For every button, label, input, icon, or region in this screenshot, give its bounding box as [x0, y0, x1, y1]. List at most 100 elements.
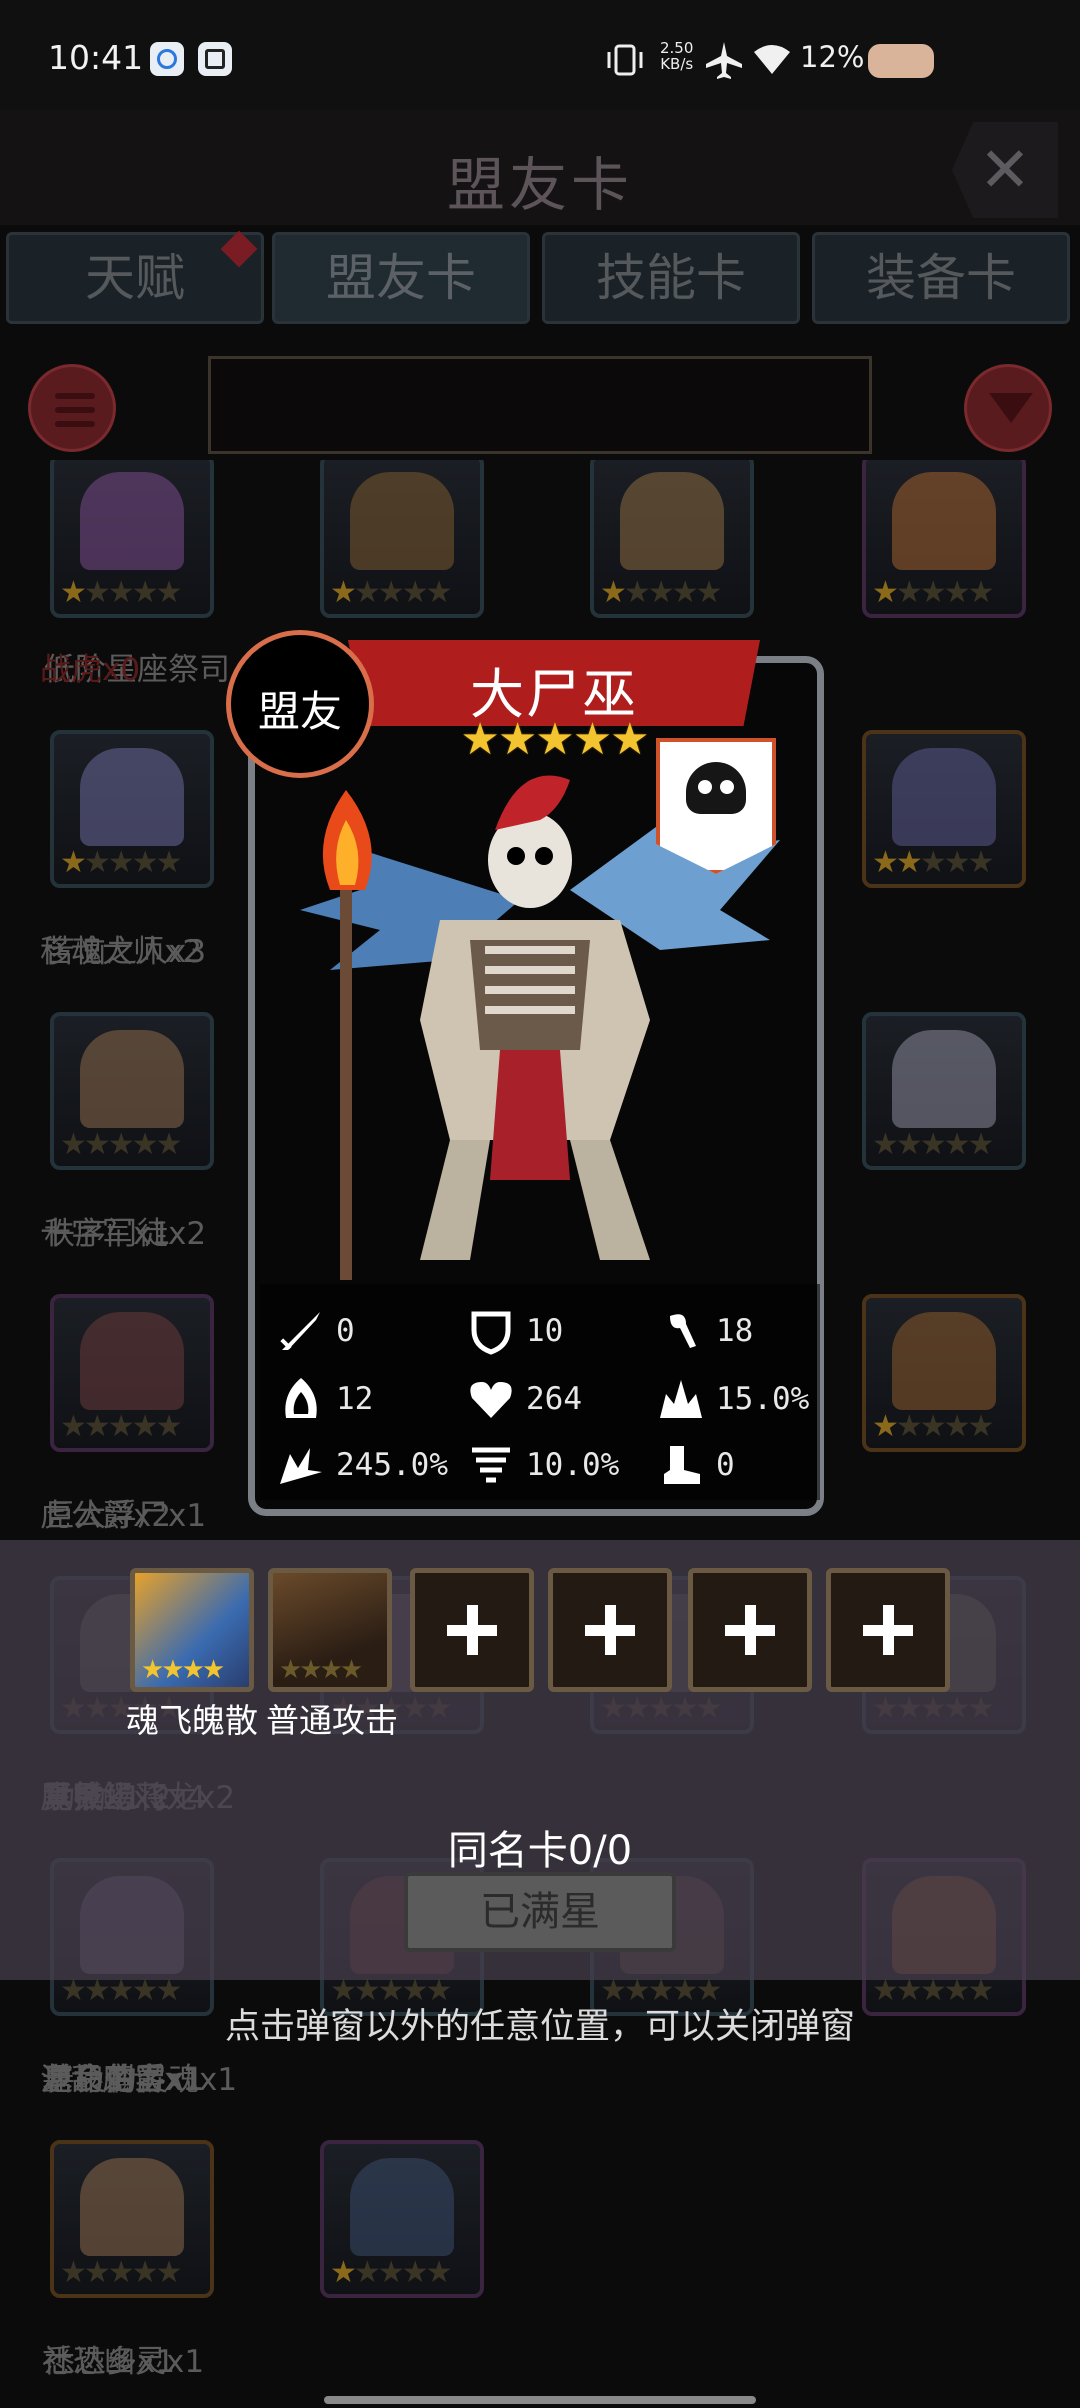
- ally-card-name: 移魂大师x2: [40, 934, 203, 970]
- stat-value: 12: [336, 1381, 374, 1417]
- net-speed: 2.50 KB/s: [660, 40, 693, 72]
- stat-item: 0: [656, 1440, 735, 1490]
- ally-card-thumbnail[interactable]: ★★★★★: [50, 730, 214, 888]
- wifi-icon: [754, 45, 790, 74]
- battery-percent: 12%: [800, 40, 865, 74]
- ally-card-thumbnail[interactable]: ★★★★★: [50, 1294, 214, 1452]
- ally-card-thumbnail[interactable]: ★★★★★: [862, 730, 1026, 888]
- stat-value: 0: [716, 1447, 735, 1483]
- filter-button[interactable]: [964, 364, 1052, 452]
- skill-stars: ★★★★: [279, 1655, 363, 1685]
- ally-card-name: 十字军x1: [40, 1216, 172, 1252]
- add-skill-slot-button[interactable]: [826, 1568, 950, 1692]
- status-time: 10:41: [48, 38, 144, 77]
- close-button[interactable]: ✕: [952, 122, 1058, 218]
- stat-value: 264: [526, 1381, 582, 1417]
- card-stars: ★★★★★: [600, 575, 722, 610]
- card-stars: ★★★★★: [60, 1409, 182, 1444]
- tab-ally-card[interactable]: 盟友卡: [272, 232, 530, 324]
- ally-portrait: [80, 748, 184, 846]
- card-stars: ★★★★★: [60, 2255, 182, 2290]
- app-notification-icon: [150, 42, 184, 76]
- burst-icon: [660, 1380, 702, 1418]
- search-input[interactable]: [208, 356, 872, 454]
- ally-card-name: 虎公爵x2: [40, 1498, 172, 1534]
- ally-card-name: 社恐幽灵x1: [42, 2344, 205, 2380]
- page-header: 盟友卡: [0, 110, 1080, 225]
- card-stars: ★★★★★: [330, 575, 452, 610]
- stat-value: 10: [526, 1313, 564, 1349]
- skill-label: 普通攻击: [266, 1701, 398, 1740]
- tab-skill-card[interactable]: 技能卡: [542, 232, 800, 324]
- funnel-icon: [989, 393, 1033, 423]
- skill-label: 魂飞魄散: [126, 1701, 258, 1740]
- add-skill-slot-button[interactable]: [548, 1568, 672, 1692]
- battery-icon: [868, 44, 934, 78]
- card-stars: ★★★★★: [60, 575, 182, 610]
- ally-card-thumbnail[interactable]: ★★★★★: [320, 2140, 484, 2298]
- card-stars: ★★★★★: [872, 575, 994, 610]
- ally-portrait: [80, 472, 184, 570]
- stat-item: 15.0%: [656, 1374, 809, 1424]
- ally-card-name: 战虎x0: [40, 652, 141, 688]
- ally-card-thumbnail[interactable]: ★★★★★: [320, 460, 484, 618]
- card-stats-panel: 0 10 18 12 264 15.0% 245.0% 10.0% 0: [260, 1284, 820, 1500]
- stat-item: 0: [276, 1306, 355, 1356]
- ally-portrait: [80, 1030, 184, 1128]
- card-stars: ★★★★★: [330, 2255, 452, 2290]
- skill-slot-soul-scatter[interactable]: ★★★★: [130, 1568, 254, 1692]
- stat-item: 264: [466, 1374, 582, 1424]
- ally-portrait: [350, 472, 454, 570]
- card-stars: ★★★★★: [872, 845, 994, 880]
- stat-value: 0: [336, 1313, 355, 1349]
- card-stars: ★★★★★: [60, 1127, 182, 1162]
- net-speed-unit: KB/s: [660, 55, 694, 73]
- stat-value: 18: [716, 1313, 754, 1349]
- hood-icon: [285, 1378, 317, 1418]
- ally-portrait: [892, 748, 996, 846]
- ally-card-thumbnail[interactable]: ★★★★★: [862, 1012, 1026, 1170]
- ally-portrait: [80, 2158, 184, 2256]
- stat-item: 10.0%: [466, 1440, 619, 1490]
- home-indicator[interactable]: [324, 2396, 756, 2404]
- stat-value: 245.0%: [336, 1447, 448, 1483]
- app-notification-icon: [198, 42, 232, 76]
- close-hint-text: 点击弹窗以外的任意位置，可以关闭弹窗: [224, 2007, 855, 2047]
- shield-icon: [471, 1311, 511, 1355]
- max-star-button[interactable]: 已满星: [404, 1872, 676, 1952]
- speed-icon: [670, 1314, 696, 1348]
- boot-icon: [664, 1446, 700, 1484]
- skill-slot-normal-attack[interactable]: ★★★★: [268, 1568, 392, 1692]
- ally-portrait: [350, 2158, 454, 2256]
- skill-stars: ★★★★: [141, 1655, 225, 1685]
- sword-icon: [280, 1312, 320, 1350]
- stat-value: 10.0%: [526, 1447, 620, 1483]
- stat-item: 245.0%: [276, 1440, 448, 1490]
- ally-card-thumbnail[interactable]: ★★★★★: [862, 1294, 1026, 1452]
- airplane-icon: [706, 42, 742, 79]
- status-bar: 10:41 2.50 KB/s 12%: [0, 0, 1080, 110]
- add-skill-slot-button[interactable]: [688, 1568, 812, 1692]
- ally-card-thumbnail[interactable]: ★★★★★: [50, 1012, 214, 1170]
- card-stars: ★★★★★: [872, 1409, 994, 1444]
- duplicate-card-count: 同名卡0/0: [447, 1828, 633, 1874]
- list-menu-button[interactable]: [28, 364, 116, 452]
- tab-equipment-card[interactable]: 装备卡: [812, 232, 1070, 324]
- card-stars: ★★★★★: [60, 845, 182, 880]
- whirl-icon: [472, 1447, 510, 1483]
- add-skill-slot-button[interactable]: [410, 1568, 534, 1692]
- ally-card-thumbnail[interactable]: ★★★★★: [590, 460, 754, 618]
- ally-card-thumbnail[interactable]: ★★★★★: [50, 460, 214, 618]
- ally-portrait: [620, 472, 724, 570]
- ally-card-thumbnail[interactable]: ★★★★★: [862, 460, 1026, 618]
- ally-card-thumbnail[interactable]: ★★★★★: [50, 2140, 214, 2298]
- crit-icon: [280, 1448, 322, 1484]
- page-title: 盟友卡: [446, 151, 633, 219]
- stat-item: 10: [466, 1306, 563, 1356]
- ally-card-name: 混乱魔士x1: [40, 2062, 203, 2098]
- stat-value: 15.0%: [716, 1381, 810, 1417]
- ally-portrait: [892, 472, 996, 570]
- stat-item: 18: [656, 1306, 753, 1356]
- ally-badge-label: 盟友: [257, 687, 342, 736]
- ally-portrait: [80, 1312, 184, 1410]
